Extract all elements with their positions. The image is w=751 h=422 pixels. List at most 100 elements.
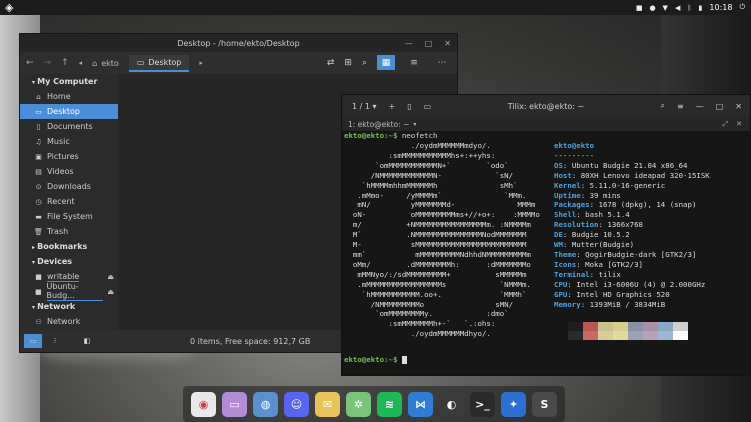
- sidebar-item-music[interactable]: ♫ Music: [20, 134, 118, 149]
- sidebar-item-desktop[interactable]: ▭ Desktop: [20, 104, 118, 119]
- sidebar-item-trash[interactable]: 🗑 Trash: [20, 224, 118, 239]
- power-icon[interactable]: ⏻: [739, 3, 745, 12]
- palette-swatch: [628, 322, 643, 331]
- split-icon[interactable]: ▯: [407, 102, 411, 111]
- minimize-icon[interactable]: —: [696, 102, 704, 111]
- info-value: 1366x768: [607, 220, 644, 230]
- browser-icon[interactable]: ◍: [253, 391, 278, 417]
- hide-sidebar-button[interactable]: ◧: [78, 334, 96, 348]
- expand-icon[interactable]: ⤢: [723, 120, 729, 129]
- new-folder-icon[interactable]: ⊞: [344, 58, 352, 68]
- sidebar-item-videos[interactable]: ▤ Videos: [20, 164, 118, 179]
- places-pane-button[interactable]: ▭: [24, 334, 42, 348]
- search-icon[interactable]: ⌕: [661, 101, 665, 111]
- palette-swatch: [658, 322, 673, 331]
- add-terminal-icon[interactable]: +: [389, 102, 396, 111]
- maximize-icon[interactable]: □: [716, 102, 724, 111]
- session-count[interactable]: 1 / 1 ▾: [352, 102, 377, 111]
- eject-icon[interactable]: ⏏: [107, 273, 114, 281]
- battery-icon[interactable]: ▮: [699, 4, 703, 12]
- bluetooth-icon[interactable]: ᛒ: [687, 4, 691, 12]
- maximize-icon[interactable]: □: [425, 39, 433, 48]
- breadcrumb-desktop[interactable]: ▭ Desktop: [128, 54, 190, 72]
- info-value: tilix: [598, 269, 621, 279]
- home-icon: ⌂: [36, 92, 41, 101]
- tree-pane-button[interactable]: ⁝: [46, 334, 64, 348]
- list-view-button[interactable]: ≡: [405, 55, 423, 70]
- info-key: Kernel: [554, 180, 581, 190]
- palette-swatch: [598, 331, 613, 340]
- sidebar-item-downloads[interactable]: ⊙ Downloads: [20, 179, 118, 194]
- wifi-icon[interactable]: ▼: [663, 4, 668, 12]
- back-icon[interactable]: ←: [26, 58, 34, 68]
- home-folder-icon: ⌂: [92, 58, 98, 68]
- info-key: Resolution: [554, 220, 599, 230]
- pictures-icon: ▣: [35, 152, 42, 161]
- close-icon[interactable]: ✕: [735, 102, 742, 111]
- info-row: Kernel: 5.11.0-16-generic: [554, 180, 666, 190]
- spotify-icon[interactable]: ≋: [377, 391, 402, 417]
- clock[interactable]: 10:18: [709, 3, 732, 12]
- ascii-line: M- sMMMMMMMMMMMMMMMMMMMMMMMMM: [344, 240, 527, 250]
- terminal-output[interactable]: ekto@ekto:~$ neofetch ./oydmMMMMMMmdyo/.…: [342, 131, 750, 375]
- discord-icon[interactable]: ☺: [284, 391, 309, 417]
- palette-swatch: [568, 322, 583, 331]
- settings-icon[interactable]: ✲: [346, 391, 371, 417]
- desktop-folder-icon: ▭: [136, 57, 145, 67]
- info-row: DE: Budgie 10.5.2: [554, 230, 630, 240]
- terminal-icon[interactable]: >_: [470, 391, 495, 417]
- title-bar[interactable]: Desktop - /home/ekto/Desktop — □ ✕: [20, 34, 457, 52]
- add-session-icon[interactable]: ▭: [424, 102, 432, 111]
- terminal-subtitle[interactable]: 1: ekto@ekto: ~: [348, 120, 409, 129]
- chrome-icon[interactable]: ◉: [191, 391, 216, 417]
- menu-icon[interactable]: ≡: [677, 102, 684, 111]
- eject-icon[interactable]: ⏏: [107, 288, 114, 296]
- terminal-dropdown-icon[interactable]: ▾: [413, 121, 416, 128]
- compact-view-button[interactable]: ⋯: [433, 55, 451, 70]
- ascii-line: oN- oMMMMMMMMMms+//+o+: :MMMMo: [344, 210, 540, 220]
- files-icon[interactable]: ▭: [222, 391, 247, 417]
- section-my-computer[interactable]: ▾ My Computer: [20, 74, 118, 89]
- breadcrumb-ekto[interactable]: ⌂ ekto: [92, 59, 119, 68]
- minimize-icon[interactable]: —: [405, 39, 413, 48]
- toggle-location-icon[interactable]: ⇄: [327, 58, 335, 68]
- vscode-icon[interactable]: ⋈: [408, 391, 433, 417]
- info-key: Packages: [554, 200, 590, 210]
- path-left-icon[interactable]: ◂: [79, 59, 83, 67]
- ascii-line: `omMMMMMMMMMMMN+` `odo`: [344, 160, 509, 170]
- icon-view-button[interactable]: ▦: [377, 55, 395, 70]
- ascii-line: m/ +NMMMMMMMMMMMMMMMMm. :NMMMMm: [344, 220, 531, 230]
- sidebar-item-home[interactable]: ⌂ Home: [20, 89, 118, 104]
- sidebar-item-ubuntu-budgie[interactable]: ■ Ubuntu-Budg... ⏏: [20, 282, 118, 301]
- drive-icon: ■: [34, 287, 42, 296]
- search-icon[interactable]: ⌕: [362, 58, 367, 68]
- budgie-menu-icon[interactable]: ◈: [5, 1, 13, 14]
- section-devices[interactable]: ▾ Devices: [20, 254, 118, 269]
- sidebar-item-recent[interactable]: ◷ Recent: [20, 194, 118, 209]
- ascii-line: mN/ yMMMMMMMd- MMMm: [344, 200, 536, 210]
- terminal-close-icon[interactable]: ✕: [736, 120, 742, 129]
- sidebar: ▾ My Computer ⌂ Home ▭ Desktop ▯ Documents …: [20, 74, 118, 332]
- sidebar-item-pictures[interactable]: ▣ Pictures: [20, 149, 118, 164]
- sublime-icon[interactable]: S: [532, 391, 557, 417]
- github-icon[interactable]: ◐: [439, 391, 464, 417]
- forward-icon[interactable]: →: [44, 58, 52, 68]
- notification-icon[interactable]: ●: [649, 4, 655, 12]
- close-icon[interactable]: ✕: [444, 39, 451, 48]
- palette-swatch: [673, 331, 688, 340]
- section-bookmarks[interactable]: ▸ Bookmarks: [20, 239, 118, 254]
- square-icon[interactable]: ■: [636, 4, 643, 12]
- terminal-title-bar[interactable]: Tilix: ekto@ekto: ~ 1 / 1 ▾ + ▯ ▭ ⌕ ≡ — …: [342, 95, 750, 117]
- sidebar-item-file-system[interactable]: ▬ File System: [20, 209, 118, 224]
- neofetch-info: ekto@ekto --------- OS: Ubuntu Budgie 21.0…: [554, 141, 710, 309]
- downloads-icon: ⊙: [35, 182, 42, 191]
- app-icon[interactable]: ✦: [501, 391, 526, 417]
- section-network[interactable]: ▾ Network: [20, 299, 118, 314]
- sidebar-item-documents[interactable]: ▯ Documents: [20, 119, 118, 134]
- path-right-icon[interactable]: ▸: [199, 59, 203, 67]
- volume-icon[interactable]: ◀: [675, 4, 680, 12]
- up-icon[interactable]: ↑: [61, 58, 69, 68]
- mail-icon[interactable]: ✉: [315, 391, 340, 417]
- info-value: 39 mins: [589, 190, 621, 200]
- sidebar-item-network[interactable]: ⚇ Network: [20, 314, 118, 329]
